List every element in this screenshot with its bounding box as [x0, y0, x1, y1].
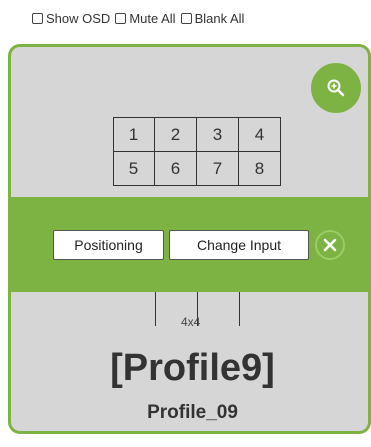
blank-all-checkbox[interactable]: Blank All	[180, 10, 245, 26]
matrix-cell: 4	[239, 118, 281, 152]
matrix-cell: 8	[239, 152, 281, 186]
profile-title: [Profile9]	[110, 347, 275, 389]
blank-all-checkbox-box[interactable]	[180, 12, 192, 24]
mute-all-checkbox[interactable]: Mute All	[115, 10, 176, 26]
matrix-cell: 6	[155, 152, 197, 186]
matrix-cell: 1	[113, 118, 155, 152]
close-overlay-button[interactable]	[315, 230, 345, 260]
global-options-bar: Show OSD Mute All Blank All	[0, 0, 371, 36]
blank-all-label: Blank All	[194, 10, 245, 26]
positioning-button[interactable]: Positioning	[53, 230, 164, 260]
profile-card[interactable]: 1 2 3 4 5 6 7 8 Positioning Change Input…	[8, 44, 371, 434]
matrix-cell: 2	[155, 118, 197, 152]
grid-line	[155, 292, 156, 326]
close-icon	[323, 238, 337, 252]
show-osd-checkbox[interactable]: Show OSD	[32, 11, 110, 26]
matrix-cell: 3	[197, 118, 239, 152]
matrix-cell: 5	[113, 152, 155, 186]
mute-all-label: Mute All	[129, 10, 176, 26]
show-osd-checkbox-box[interactable]	[32, 12, 43, 24]
change-input-button[interactable]: Change Input	[169, 230, 309, 260]
zoom-in-icon	[327, 79, 345, 97]
grid-line	[239, 292, 240, 326]
zoom-button[interactable]	[311, 63, 361, 113]
action-overlay: Positioning Change Input	[11, 197, 368, 292]
mute-all-checkbox-box[interactable]	[115, 12, 127, 24]
matrix-cell: 7	[197, 152, 239, 186]
show-osd-label: Show OSD	[46, 10, 111, 26]
profile-name: Profile_09	[147, 402, 238, 423]
matrix-size-label: 4x4	[181, 315, 201, 329]
